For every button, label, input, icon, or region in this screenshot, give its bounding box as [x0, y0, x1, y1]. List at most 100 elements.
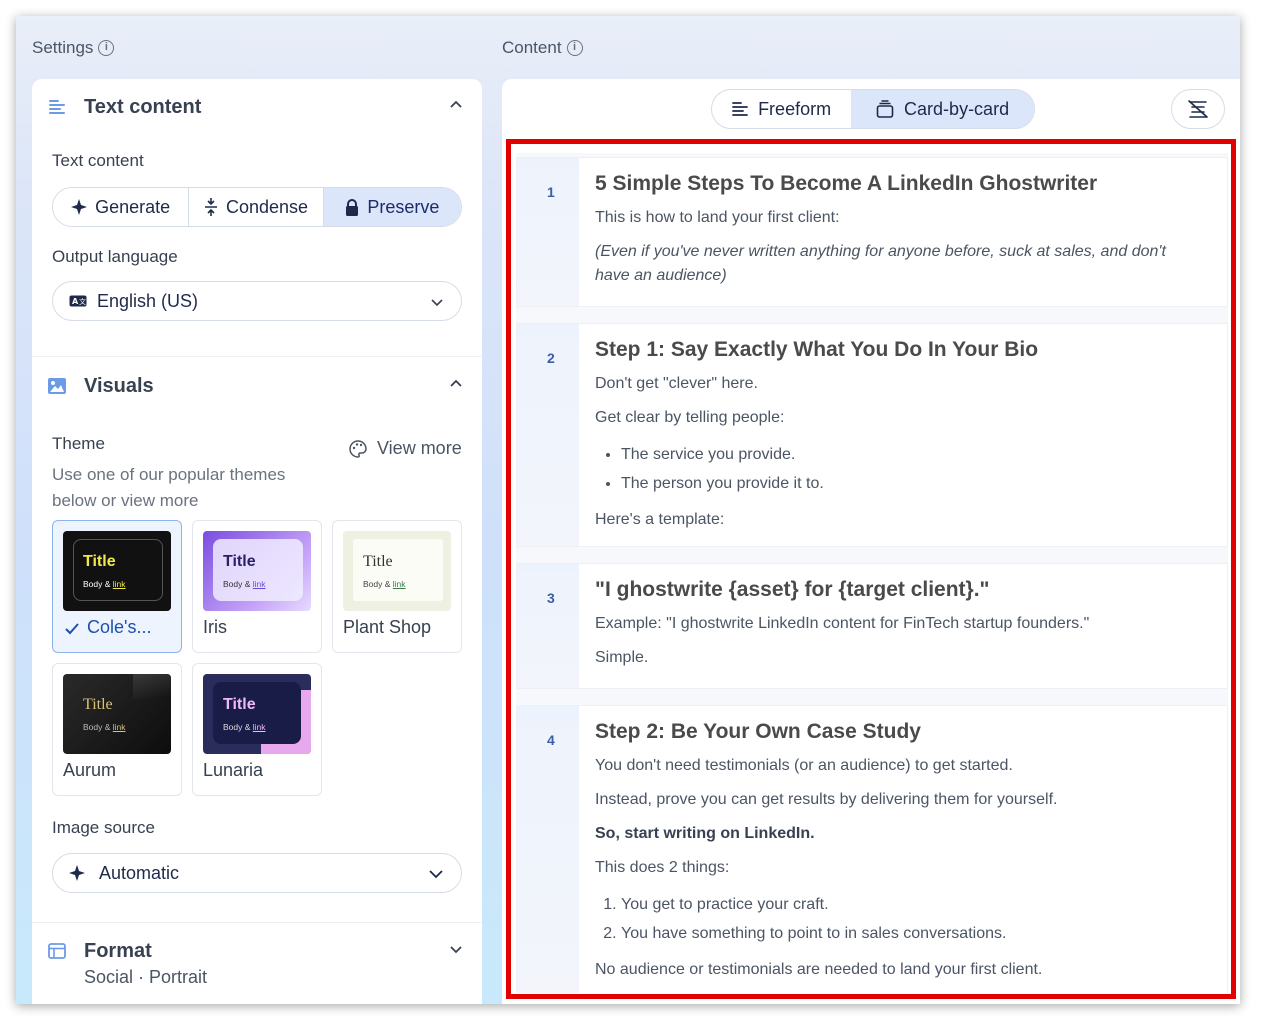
- content-card[interactable]: 2 Step 1: Say Exactly What You Do In You…: [516, 323, 1228, 547]
- visuals-header[interactable]: Visuals: [32, 358, 482, 414]
- list-item: You have something to point to in sales …: [621, 919, 1197, 948]
- thumb-body: Body & link: [83, 579, 126, 589]
- card-title: Step 2: Be Your Own Case Study: [595, 720, 921, 743]
- svg-text:文: 文: [79, 297, 86, 306]
- theme-thumbnail: Title Body & link: [343, 531, 451, 611]
- clear-format-icon: [1188, 100, 1208, 118]
- text-content-header[interactable]: Text content: [32, 79, 482, 135]
- condense-button[interactable]: Condense: [189, 188, 324, 226]
- list-item: You get to practice your craft.: [621, 890, 1197, 919]
- theme-label: Theme: [52, 434, 105, 453]
- info-icon[interactable]: i: [566, 40, 583, 56]
- card-paragraph: This is how to land your first client:: [595, 209, 840, 226]
- chevron-down-icon: [429, 870, 443, 879]
- card-paragraph: No audience or testimonials are needed t…: [595, 961, 1043, 978]
- thumb-title: Title: [363, 553, 393, 570]
- freeform-label: Freeform: [758, 98, 832, 119]
- card-body[interactable]: "I ghostwrite {asset} for {target client…: [595, 578, 1197, 680]
- text-content-section: Text content Text content Generate Conde…: [32, 79, 482, 357]
- thumb-body: Body & link: [223, 722, 266, 732]
- content-panel: Freeform Card-by-card 1 5 Simple Steps T…: [502, 79, 1240, 1004]
- preserve-label: Preserve: [367, 196, 440, 217]
- svg-text:A: A: [72, 297, 79, 306]
- check-icon: [65, 623, 79, 635]
- theme-name: Plant Shop: [343, 617, 432, 637]
- theme-card-plant-shop[interactable]: Title Body & link Plant Shop: [332, 520, 462, 653]
- theme-name: Lunaria: [203, 760, 264, 780]
- card-paragraph: Example: "I ghostwrite LinkedIn content …: [595, 615, 1090, 632]
- chevron-down-icon: [431, 299, 443, 307]
- palette-icon: [349, 439, 367, 458]
- visuals-title: Visuals: [84, 374, 154, 397]
- text-content-field-label: Text content: [52, 151, 144, 170]
- text-mode-segment: Generate Condense Preserve: [52, 187, 462, 227]
- theme-thumbnail: Title Body & link: [63, 531, 171, 611]
- format-subtitle: Social · Portrait: [84, 967, 208, 987]
- theme-card-coles[interactable]: Title Body & link Cole's...: [52, 520, 182, 653]
- thumb-body: Body & link: [83, 722, 126, 732]
- preserve-button[interactable]: Preserve: [323, 188, 461, 226]
- content-mode-toggle: Freeform Card-by-card: [711, 89, 1035, 129]
- generate-button[interactable]: Generate: [53, 188, 190, 226]
- translate-icon: A文: [69, 295, 87, 307]
- bullet-list: The service you provide. The person you …: [595, 440, 1197, 498]
- settings-label-text: Settings: [32, 38, 94, 57]
- thumb-body: Body & link: [363, 579, 406, 589]
- image-source-value: Automatic: [99, 862, 180, 883]
- image-source-label: Image source: [52, 818, 155, 837]
- card-title: Step 1: Say Exactly What You Do In Your …: [595, 338, 1039, 361]
- card-number: 1: [547, 184, 555, 200]
- card-body[interactable]: Step 2: Be Your Own Case Study You don't…: [595, 720, 1197, 992]
- thumb-title: Title: [83, 696, 113, 713]
- card-paragraph: Get clear by telling people:: [595, 409, 785, 426]
- list-item: The person you provide it to.: [621, 469, 1197, 498]
- content-label: Content i: [502, 38, 583, 58]
- thumb-body: Body & link: [223, 579, 266, 589]
- card-title: 5 Simple Steps To Become A LinkedIn Ghos…: [595, 172, 1098, 195]
- card-by-card-button[interactable]: Card-by-card: [851, 90, 1034, 128]
- card-paragraph: Simple.: [595, 649, 649, 666]
- card-paragraph: Instead, prove you can get results by de…: [595, 791, 1058, 808]
- sparkle-icon: [71, 199, 88, 215]
- clear-formatting-button[interactable]: [1171, 89, 1225, 129]
- content-card[interactable]: 3 "I ghostwrite {asset} for {target clie…: [516, 563, 1228, 689]
- theme-description: Use one of our popular themes below or v…: [52, 465, 286, 510]
- chevron-up-icon[interactable]: [450, 99, 462, 111]
- image-source-select[interactable]: Automatic: [52, 853, 462, 893]
- lock-icon: [346, 198, 359, 216]
- card-paragraph: Don't get "clever" here.: [595, 375, 758, 392]
- theme-name: Cole's...: [87, 617, 152, 637]
- content-card[interactable]: 4 Step 2: Be Your Own Case Study You don…: [516, 705, 1228, 993]
- condense-icon: [204, 198, 217, 216]
- theme-card-iris[interactable]: Title Body & link Iris: [192, 520, 322, 653]
- settings-label: Settings i: [32, 38, 115, 58]
- condense-label: Condense: [225, 196, 309, 217]
- info-icon[interactable]: i: [98, 40, 115, 56]
- card-number-column: [517, 706, 579, 993]
- chevron-down-icon[interactable]: [450, 943, 462, 955]
- theme-card-lunaria[interactable]: Title Body & link Lunaria: [192, 663, 322, 796]
- card-number: 3: [547, 590, 555, 606]
- card-body[interactable]: 5 Simple Steps To Become A LinkedIn Ghos…: [595, 172, 1197, 298]
- format-title: Format: [84, 939, 152, 962]
- card-paragraph: You don't need testimonials (or an audie…: [595, 757, 1013, 774]
- content-card[interactable]: 1 5 Simple Steps To Become A LinkedIn Gh…: [516, 157, 1228, 307]
- view-more-label: View more: [377, 438, 462, 458]
- image-icon: [48, 377, 66, 395]
- card-paragraph: This does 2 things:: [595, 859, 730, 876]
- card-paragraph: So, start writing on LinkedIn.: [595, 825, 815, 842]
- format-section: Format Social · Portrait: [32, 923, 482, 1004]
- layout-icon: [48, 942, 66, 960]
- chevron-up-icon[interactable]: [450, 378, 462, 390]
- thumb-title: Title: [223, 553, 256, 570]
- language-select[interactable]: A文 English (US): [52, 281, 462, 321]
- theme-card-aurum[interactable]: Title Body & link Aurum: [52, 663, 182, 796]
- card-by-card-label: Card-by-card: [904, 98, 1010, 119]
- card-number: 4: [547, 732, 555, 748]
- view-more-button[interactable]: View more: [348, 438, 462, 459]
- card-number-column: [517, 564, 579, 688]
- theme-thumbnail: Title Body & link: [63, 674, 171, 754]
- freeform-button[interactable]: Freeform: [712, 90, 851, 128]
- text-content-title: Text content: [84, 95, 202, 118]
- card-body[interactable]: Step 1: Say Exactly What You Do In Your …: [595, 338, 1197, 542]
